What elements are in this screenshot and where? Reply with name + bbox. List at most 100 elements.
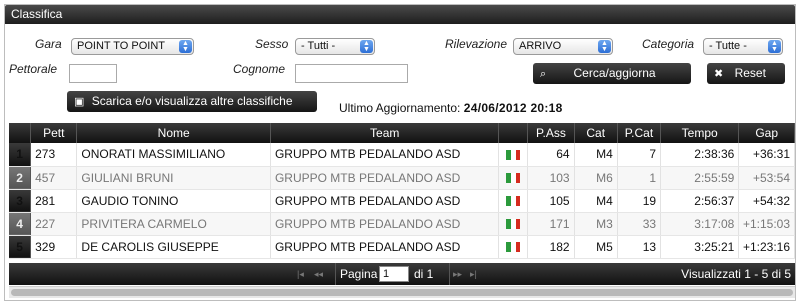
header-tempo[interactable]: Tempo	[660, 123, 740, 143]
header-pcat[interactable]: P.Cat	[617, 123, 662, 143]
results-table: Pett Nome Team P.Ass Cat P.Cat Tempo Gap…	[9, 123, 795, 259]
cell-pcat: 13	[617, 235, 662, 259]
last-update: Ultimo Aggiornamento: 24/06/2012 20:18	[339, 101, 563, 115]
cell-team: GRUPPO MTB PEDALANDO ASD	[270, 166, 500, 190]
cell-pett: 227	[30, 212, 78, 236]
categoria-label: Categoria	[642, 37, 695, 51]
categoria-select-value: - Tutte -	[709, 40, 747, 52]
download-icon: ▣	[74, 96, 85, 108]
cell-pett: 273	[30, 143, 78, 167]
cell-cat: M5	[574, 235, 618, 259]
first-page-icon[interactable]: |◂	[297, 263, 304, 285]
table-row[interactable]: 3 281 GAUDIO TONINO GRUPPO MTB PEDALANDO AS…	[9, 189, 795, 213]
header-team[interactable]: Team	[270, 123, 500, 143]
italy-flag-icon	[506, 196, 521, 207]
cell-tempo: 3:25:21	[660, 235, 740, 259]
pettorale-input[interactable]	[69, 64, 117, 83]
page-number-input[interactable]: 1	[379, 266, 409, 282]
table-header-row: Pett Nome Team P.Ass Cat P.Cat Tempo Gap	[9, 123, 795, 143]
cell-team: GRUPPO MTB PEDALANDO ASD	[270, 212, 500, 236]
row-index: 5	[9, 235, 32, 259]
search-button[interactable]: ⌕ Cerca/aggiorna	[533, 63, 691, 84]
row-index: 3	[9, 189, 32, 213]
table-row[interactable]: 1 273 ONORATI MASSIMILIANO GRUPPO MTB PEDAL…	[9, 143, 795, 167]
gara-select[interactable]: POINT TO POINT ▲ ▼	[71, 38, 194, 55]
last-page-icon[interactable]: ▸|	[470, 263, 477, 285]
cell-flag	[498, 143, 529, 167]
cell-nome: PRIVITERA CARMELO	[76, 212, 271, 236]
cell-pcat: 33	[617, 212, 662, 236]
cell-team: GRUPPO MTB PEDALANDO ASD	[270, 189, 500, 213]
page-count: di 1	[414, 267, 434, 281]
panel-title: Classifica	[5, 5, 795, 24]
last-update-label: Ultimo Aggiornamento:	[339, 101, 461, 115]
cell-pcat: 7	[617, 143, 662, 167]
reset-button[interactable]: ✖ Reset	[707, 63, 785, 84]
cell-gap: +1:23:16	[738, 235, 795, 259]
cell-pett: 457	[30, 166, 78, 190]
rilevazione-select[interactable]: ARRIVO ▲ ▼	[513, 38, 613, 55]
cell-gap: +36:31	[738, 143, 795, 167]
rilevazione-select-value: ARRIVO	[519, 40, 562, 52]
cell-flag	[498, 235, 529, 259]
sesso-select[interactable]: - Tutti - ▲ ▼	[295, 38, 375, 55]
chevron-updown-icon: ▲ ▼	[179, 40, 192, 53]
prev-page-icon[interactable]: ◂◂	[314, 263, 323, 285]
table-row[interactable]: 2 457 GIULIANI BRUNI GRUPPO MTB PEDALANDO A…	[9, 166, 795, 190]
cell-pett: 329	[30, 235, 78, 259]
header-cat[interactable]: Cat	[574, 123, 618, 143]
cell-gap: +1:15:03	[738, 212, 795, 236]
cognome-label: Cognome	[233, 62, 286, 76]
cell-flag	[498, 212, 529, 236]
header-flag	[498, 123, 529, 143]
next-page-icon[interactable]: ▸▸	[449, 263, 462, 285]
scrollbar-thumb[interactable]	[11, 289, 793, 296]
reset-button-label: Reset	[734, 66, 766, 80]
cell-nome: DE CAROLIS GIUSEPPE	[76, 235, 271, 259]
row-index: 4	[9, 212, 32, 236]
pager-bar: |◂ ◂◂ Pagina 1 di 1 ▸▸ ▸| Visualizzati 1…	[9, 263, 795, 285]
download-button-label: Scarica e/o visualizza altre classifiche	[91, 94, 293, 108]
cell-tempo: 3:17:08	[660, 212, 740, 236]
cell-cat: M3	[574, 212, 618, 236]
cell-nome: GIULIANI BRUNI	[76, 166, 271, 190]
cell-tempo: 2:55:59	[660, 166, 740, 190]
row-index: 2	[9, 166, 32, 190]
classifica-panel: Classifica Gara POINT TO POINT ▲ ▼ Sesso …	[4, 4, 796, 301]
italy-flag-icon	[506, 173, 521, 184]
cell-flag	[498, 166, 529, 190]
download-classifiche-button[interactable]: ▣ Scarica e/o visualizza altre classific…	[67, 91, 317, 112]
cell-team: GRUPPO MTB PEDALANDO ASD	[270, 143, 500, 167]
search-button-label: Cerca/aggiorna	[573, 66, 656, 80]
cell-nome: ONORATI MASSIMILIANO	[76, 143, 271, 167]
cell-pass: 64	[527, 143, 575, 167]
header-pett[interactable]: Pett	[30, 123, 78, 143]
cell-gap: +53:54	[738, 166, 795, 190]
records-summary: Visualizzati 1 - 5 di 5	[681, 267, 791, 281]
header-gap[interactable]: Gap	[738, 123, 795, 143]
sesso-label: Sesso	[255, 37, 289, 51]
header-pass[interactable]: P.Ass	[527, 123, 575, 143]
header-nome[interactable]: Nome	[76, 123, 271, 143]
table-row[interactable]: 5 329 DE CAROLIS GIUSEPPE GRUPPO MTB PEDALA…	[9, 235, 795, 259]
header-index	[9, 123, 32, 143]
cognome-input[interactable]	[295, 64, 408, 83]
cell-pass: 103	[527, 166, 575, 190]
cell-pass: 171	[527, 212, 575, 236]
horizontal-scrollbar[interactable]	[9, 286, 795, 298]
close-icon: ✖	[714, 68, 724, 80]
chevron-updown-icon: ▲ ▼	[598, 40, 611, 53]
cell-pcat: 1	[617, 166, 662, 190]
cell-tempo: 2:38:36	[660, 143, 740, 167]
cell-pett: 281	[30, 189, 78, 213]
pettorale-label: Pettorale	[9, 62, 58, 76]
table-row[interactable]: 4 227 PRIVITERA CARMELO GRUPPO MTB PEDALAND…	[9, 212, 795, 236]
cell-pcat: 19	[617, 189, 662, 213]
cell-team: GRUPPO MTB PEDALANDO ASD	[270, 235, 500, 259]
last-update-value: 24/06/2012 20:18	[463, 101, 563, 115]
italy-flag-icon	[506, 219, 521, 230]
categoria-select[interactable]: - Tutte - ▲ ▼	[703, 38, 783, 55]
chevron-updown-icon: ▲ ▼	[768, 40, 781, 53]
cell-gap: +54:32	[738, 189, 795, 213]
cell-tempo: 2:56:37	[660, 189, 740, 213]
